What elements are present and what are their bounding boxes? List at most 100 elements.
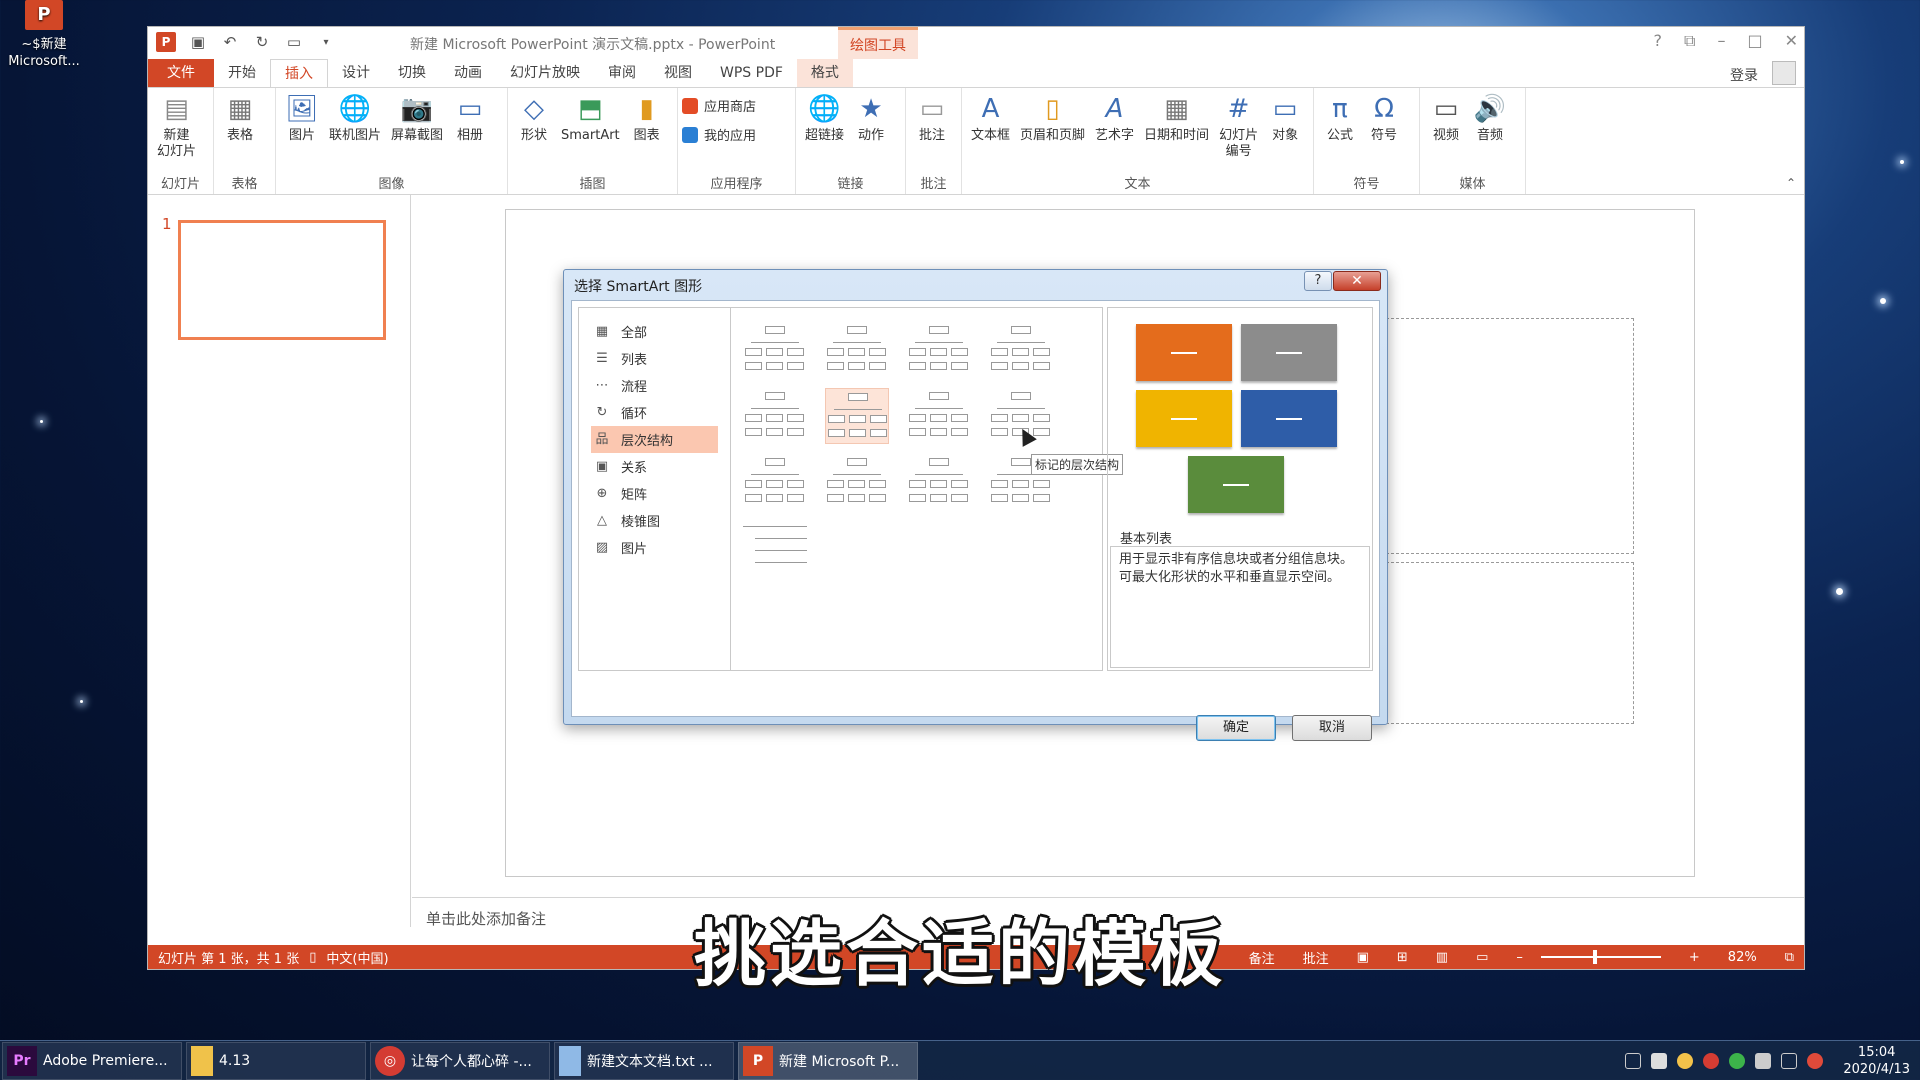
task-notepad[interactable]: 新建文本文档.txt ... [554, 1042, 734, 1080]
collapse-ribbon-icon[interactable]: ⌃ [1786, 176, 1796, 190]
save-icon[interactable]: ▣ [188, 32, 208, 52]
chart-tray-icon[interactable] [1651, 1053, 1668, 1069]
group-label: 链接 [837, 177, 864, 192]
ribbon-display-icon[interactable]: ⧉ [1684, 31, 1695, 51]
picture-button[interactable]: 🖼 图片 [280, 92, 324, 144]
hyperlink-icon: 🌐 [808, 94, 841, 124]
album-button[interactable]: ▭ 相册 [448, 92, 492, 144]
textbox-button[interactable]: A 文本框 [966, 92, 1015, 144]
smartart-layout-thumbnail[interactable] [907, 322, 971, 378]
comment-button[interactable]: ▭ 批注 [910, 92, 954, 144]
smartart-layout-thumbnail[interactable] [743, 520, 807, 576]
undo-icon[interactable]: ↶ [220, 32, 240, 52]
screenshot-button[interactable]: 📷 屏幕截图 [386, 92, 448, 144]
slide-thumbnail[interactable] [178, 220, 386, 340]
tab-animations[interactable]: 动画 [440, 59, 496, 87]
smartart-icon: ⬒ [578, 94, 603, 124]
chart-button[interactable]: ▮ 图表 [625, 92, 669, 144]
video-button[interactable]: ▭ 视频 [1424, 92, 1468, 144]
security-tray-icon[interactable] [1729, 1053, 1746, 1069]
symbol-button[interactable]: Ω 符号 [1362, 92, 1406, 144]
smartart-layout-thumbnail[interactable] [743, 454, 807, 510]
category-hierarchy[interactable]: 品层次结构 [591, 426, 718, 453]
store-button[interactable]: 应用商店 [682, 96, 756, 115]
smartart-layout-thumbnail[interactable] [825, 388, 889, 444]
smartart-button[interactable]: ⬒ SmartArt [556, 92, 625, 144]
thumbnail-line [833, 342, 881, 343]
tab-insert[interactable]: 插入 [270, 59, 328, 87]
category-picture[interactable]: ▨ 图片 [579, 534, 730, 561]
cancel-button[interactable]: 取消 [1292, 715, 1372, 741]
tab-view[interactable]: 视图 [650, 59, 706, 87]
thumbnail-box [930, 414, 947, 422]
task-music[interactable]: ◎ 让每个人都心碎 -... [370, 1042, 550, 1080]
slide-number-button[interactable]: # 幻灯片 编号 [1214, 92, 1263, 160]
keyboard-icon[interactable] [1625, 1053, 1642, 1069]
equation-button[interactable]: π 公式 [1318, 92, 1362, 144]
thumbnail-box [745, 348, 762, 356]
tab-wps-pdf[interactable]: WPS PDF [706, 59, 797, 87]
chart-label: 图表 [633, 128, 660, 143]
thumbnail-line [751, 474, 799, 475]
category-matrix[interactable]: ⊕ 矩阵 [579, 480, 730, 507]
smartart-layout-thumbnail[interactable] [907, 454, 971, 510]
network-icon[interactable] [1781, 1053, 1798, 1069]
avatar[interactable] [1772, 61, 1796, 85]
smartart-layout-thumbnail[interactable] [825, 322, 889, 378]
my-apps-button[interactable]: 我的应用 [682, 125, 756, 144]
online-picture-icon: 🌐 [338, 94, 372, 124]
object-button[interactable]: ▭ 对象 [1263, 92, 1307, 144]
customize-qat-icon[interactable]: ▾ [316, 32, 336, 52]
redo-icon[interactable]: ↻ [252, 32, 272, 52]
star [40, 420, 43, 423]
category-all[interactable]: ▦ 全部 [579, 318, 730, 345]
tab-home[interactable]: 开始 [214, 59, 270, 87]
tab-design[interactable]: 设计 [328, 59, 384, 87]
dialog-help-button[interactable]: ? [1304, 271, 1332, 291]
category-relationship[interactable]: ▣ 关系 [579, 453, 730, 480]
smartart-layout-thumbnail[interactable] [989, 322, 1053, 378]
smartart-layout-thumbnail[interactable] [743, 322, 807, 378]
help-icon[interactable]: ? [1654, 31, 1663, 51]
volume-icon[interactable] [1755, 1053, 1772, 1069]
maximize-icon[interactable]: □ [1747, 31, 1762, 51]
tab-file[interactable]: 文件 [148, 59, 214, 87]
online-picture-button[interactable]: 🌐 联机图片 [324, 92, 386, 144]
category-list-item[interactable]: ☰ 列表 [579, 345, 730, 372]
tab-transitions[interactable]: 切换 [384, 59, 440, 87]
audio-button[interactable]: 🔊 音频 [1468, 92, 1512, 144]
new-slide-button[interactable]: ▤ 新建 幻灯片 [152, 92, 201, 160]
datetime-button[interactable]: ▦ 日期和时间 [1139, 92, 1214, 144]
category-process[interactable]: ⋯ 流程 [579, 372, 730, 399]
tab-review[interactable]: 审阅 [594, 59, 650, 87]
smartart-layout-thumbnail[interactable] [907, 388, 971, 444]
header-footer-button[interactable]: ▯ 页眉和页脚 [1015, 92, 1090, 144]
action-button[interactable]: ★ 动作 [849, 92, 893, 144]
login-link[interactable]: 登录 [1730, 65, 1758, 85]
smartart-layout-thumbnail[interactable] [743, 388, 807, 444]
desktop-file-icon[interactable]: P ~$新建 Microsoft... [4, 0, 84, 70]
wordart-button[interactable]: A 艺术字 [1090, 92, 1139, 144]
minimize-icon[interactable]: – [1717, 31, 1725, 51]
category-pyramid[interactable]: △ 棱锥图 [579, 507, 730, 534]
input-method-icon[interactable] [1807, 1053, 1824, 1069]
close-icon[interactable]: ✕ [1785, 31, 1798, 51]
slideshow-start-icon[interactable]: ▭ [284, 32, 304, 52]
camera-tray-icon[interactable] [1677, 1053, 1694, 1069]
thumbnail-box [848, 393, 868, 401]
smartart-layout-thumbnail[interactable] [825, 454, 889, 510]
task-premiere[interactable]: Pr Adobe Premiere... [2, 1042, 182, 1080]
dialog-close-button[interactable]: ✕ [1333, 271, 1381, 291]
shapes-button[interactable]: ◇ 形状 [512, 92, 556, 144]
table-button[interactable]: ▦ 表格 [218, 92, 262, 144]
tab-slideshow[interactable]: 幻灯片放映 [496, 59, 594, 87]
thumbnail-box [1012, 348, 1029, 356]
task-powerpoint[interactable]: P 新建 Microsoft P... [738, 1042, 918, 1080]
task-folder[interactable]: 4.13 [186, 1042, 366, 1080]
clock[interactable]: 15:04 2020/4/13 [1843, 1044, 1910, 1078]
hyperlink-button[interactable]: 🌐 超链接 [800, 92, 849, 144]
tab-format[interactable]: 格式 [796, 59, 853, 87]
category-cycle[interactable]: ↻ 循环 [579, 399, 730, 426]
ok-button[interactable]: 确定 [1196, 715, 1276, 741]
music-tray-icon[interactable] [1703, 1053, 1720, 1069]
